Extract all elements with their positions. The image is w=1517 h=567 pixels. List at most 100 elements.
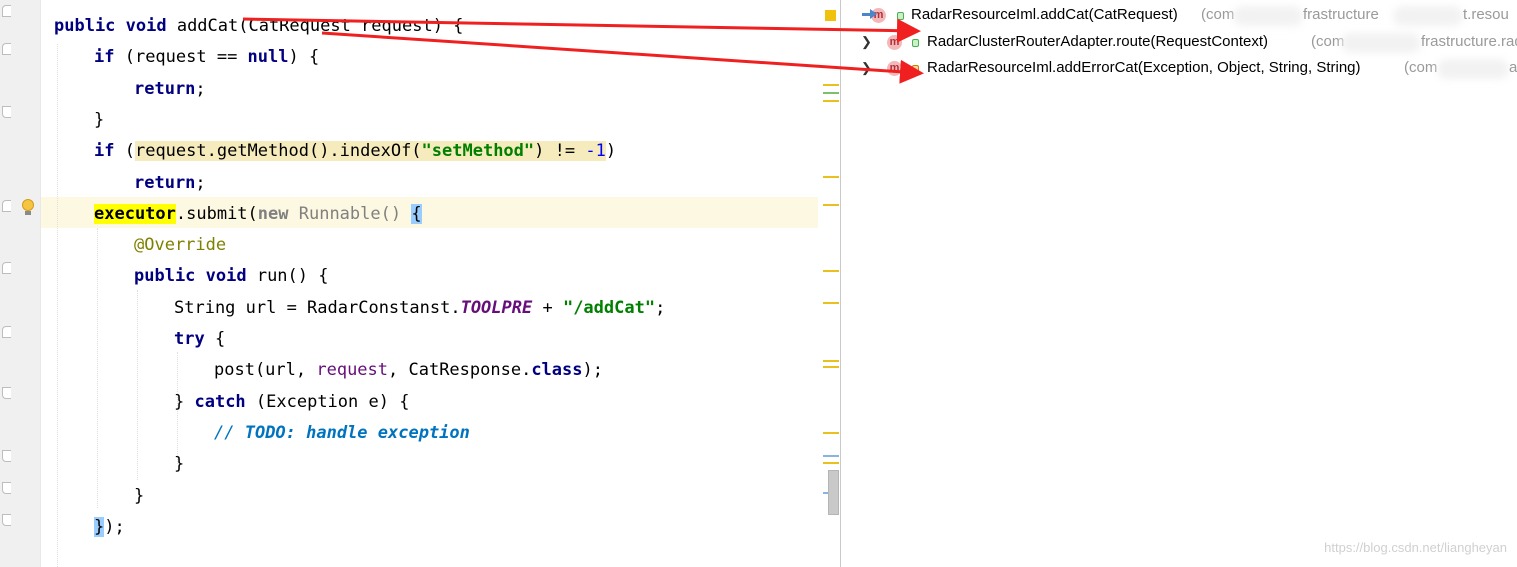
code-line[interactable]: }); <box>94 512 125 543</box>
code-token: executor <box>94 203 176 224</box>
code-token: request.getMethod().indexOf( <box>134 141 422 162</box>
warning-indicator-icon[interactable] <box>825 10 836 21</box>
code-token: ( <box>124 141 135 162</box>
code-line[interactable]: } catch (Exception e) { <box>174 387 409 418</box>
code-line[interactable]: return; <box>134 168 206 199</box>
fold-marker-icon[interactable] <box>2 5 11 17</box>
code-token: ) <box>605 141 617 162</box>
lock-icon <box>912 39 919 47</box>
code-token: ; <box>655 297 666 318</box>
redacted-region <box>1437 59 1509 79</box>
stripe-marker[interactable] <box>823 462 839 464</box>
stripe-marker[interactable] <box>823 176 839 178</box>
code-token: } <box>94 109 105 130</box>
stripe-marker[interactable] <box>823 270 839 272</box>
code-token: run() { <box>256 266 329 287</box>
code-token: null <box>247 47 289 68</box>
fold-marker-icon[interactable] <box>2 200 11 212</box>
fold-marker-icon[interactable] <box>2 450 11 462</box>
code-token: } <box>174 391 195 412</box>
fold-marker-icon[interactable] <box>2 106 11 118</box>
code-token: try <box>174 329 215 349</box>
code-token: addCat(CatRequest request) { <box>176 16 464 36</box>
stripe-marker[interactable] <box>823 92 839 94</box>
stripe-marker[interactable] <box>823 302 839 304</box>
fold-marker-icon[interactable] <box>2 387 11 399</box>
code-token: "setMethod" <box>421 141 535 162</box>
code-token: TODO: handle exception <box>244 422 470 443</box>
stripe-marker[interactable] <box>823 366 839 368</box>
hierarchy-row[interactable]: m RadarResourceIml.addCat(CatRequest) (c… <box>841 2 1517 28</box>
fold-marker-icon[interactable] <box>2 482 11 494</box>
code-line[interactable]: } <box>134 481 144 512</box>
package-name: (com <box>1404 59 1438 76</box>
code-line[interactable]: public void addCat(CatRequest request) { <box>54 11 463 42</box>
code-token: if <box>94 141 125 162</box>
bulb-icon[interactable] <box>22 199 34 215</box>
code-line[interactable]: // TODO: handle exception <box>214 418 470 449</box>
redacted-region <box>1341 33 1421 53</box>
watermark: https://blog.csdn.net/liangheyan <box>1324 540 1507 555</box>
stripe-marker[interactable] <box>823 455 839 457</box>
code-token: , CatResponse. <box>388 360 532 381</box>
package-name: (com <box>1201 6 1235 23</box>
code-line[interactable]: } <box>94 105 104 136</box>
method-name: RadarResourceIml.addCat(CatRequest) <box>911 6 1178 23</box>
fold-marker-icon[interactable] <box>2 326 11 338</box>
redacted-region <box>1233 6 1303 26</box>
stripe-marker[interactable] <box>823 204 839 206</box>
navigate-arrow-icon[interactable] <box>862 8 877 20</box>
code-line[interactable]: if (request.getMethod().indexOf("setMeth… <box>94 136 616 167</box>
code-line[interactable]: if (request == null) { <box>94 42 319 73</box>
method-icon: m <box>887 61 902 76</box>
code-token: Runnable() <box>298 203 412 224</box>
code-token: String url = RadarConstanst. <box>174 297 461 318</box>
stripe-marker[interactable] <box>823 84 839 86</box>
hierarchy-row[interactable]: ❯ m RadarClusterRouterAdapter.route(Requ… <box>841 29 1517 55</box>
code-token: + <box>532 297 563 318</box>
code-token: @Override <box>134 235 227 256</box>
code-token: { <box>411 203 422 224</box>
code-token: return <box>134 78 196 99</box>
stripe-marker[interactable] <box>823 432 839 434</box>
scrollbar-thumb[interactable] <box>828 470 839 515</box>
indent-guide <box>57 44 59 567</box>
fold-marker-icon[interactable] <box>2 262 11 274</box>
package-name: frastructure <box>1303 6 1379 23</box>
code-token: if <box>94 47 125 68</box>
code-token: class <box>531 360 583 381</box>
code-token: new <box>257 203 299 224</box>
call-hierarchy-panel[interactable]: m RadarResourceIml.addCat(CatRequest) (c… <box>840 0 1517 567</box>
code-token: request <box>316 360 389 381</box>
code-line[interactable]: post(url, request, CatResponse.class); <box>214 355 603 386</box>
stripe-marker[interactable] <box>823 360 839 362</box>
code-token: } <box>174 454 185 475</box>
code-token: ); <box>582 360 603 381</box>
code-line[interactable]: try { <box>174 324 225 355</box>
fold-marker-icon[interactable] <box>2 43 11 55</box>
code-token: ); <box>104 516 125 537</box>
code-line[interactable]: public void run() { <box>134 261 328 292</box>
hierarchy-row[interactable]: ❯ m RadarResourceIml.addErrorCat(Excepti… <box>841 55 1517 81</box>
code-token: ; <box>195 172 206 193</box>
code-token: -1 <box>585 141 606 162</box>
code-line[interactable]: executor.submit(new Runnable() { <box>94 199 422 230</box>
code-token: ) { <box>288 47 320 68</box>
code-token: TOOLPRE <box>460 297 533 318</box>
code-token: .submit( <box>175 203 258 224</box>
package-name: a <box>1509 59 1517 76</box>
method-name: RadarResourceIml.addErrorCat(Exception, … <box>927 59 1361 76</box>
method-name: RadarClusterRouterAdapter.route(RequestC… <box>927 33 1269 50</box>
code-line[interactable]: String url = RadarConstanst.TOOLPRE + "/… <box>174 293 665 324</box>
stripe-marker[interactable] <box>823 100 839 102</box>
code-editor[interactable]: public void addCat(CatRequest request) {… <box>0 0 840 567</box>
fold-marker-icon[interactable] <box>2 514 11 526</box>
expand-arrow-icon[interactable]: ❯ <box>861 29 872 55</box>
package-name: (com <box>1311 33 1345 50</box>
code-line[interactable]: return; <box>134 74 206 105</box>
code-line[interactable]: } <box>174 449 184 480</box>
expand-arrow-icon[interactable]: ❯ <box>861 55 872 81</box>
code-token: public void <box>54 16 177 36</box>
code-line[interactable]: @Override <box>134 230 226 261</box>
gutter-divider <box>40 0 41 567</box>
